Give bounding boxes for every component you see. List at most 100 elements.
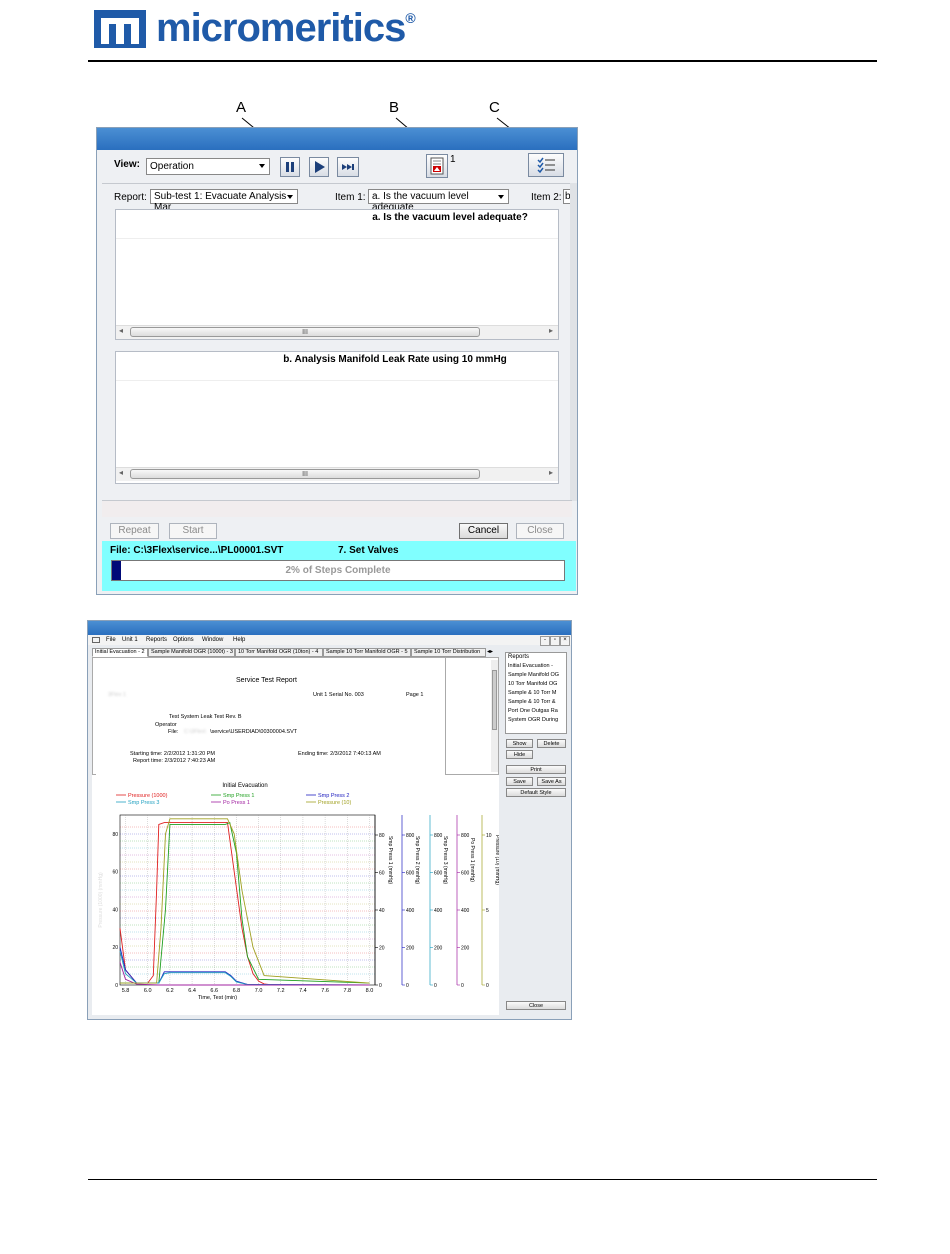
close-window-icon[interactable]: × [560,636,570,646]
minimize-icon[interactable]: - [540,636,550,646]
y-tick-label: 600 [461,871,470,877]
print-button[interactable]: Print [506,765,566,774]
report-vscroll-thumb[interactable] [492,670,497,730]
y-tick-label: 800 [406,833,415,839]
y-tick-label: 0 [486,983,489,989]
progress-bar: 2% of Steps Complete [111,560,565,581]
menu-reports[interactable]: Reports [146,637,167,643]
x-tick-label: 7.2 [277,988,285,994]
legend-entry: Smp Press 2 [318,793,349,799]
list-item[interactable]: Sample Manifold OG [506,671,566,680]
window-title-bar [97,128,577,150]
y-tick-label: 80 [112,832,118,838]
tab-10-torr-manifold-ogr[interactable]: 10 Torr Manifold OGR (10ton) - 4 [235,648,323,657]
tab-sample-manifold-ogr[interactable]: Sample Manifold OGR (1000t) - 3 [148,648,235,657]
show-button[interactable]: Show [506,739,533,748]
pane-b-title: b. Analysis Manifold Leak Rate using 10 … [283,354,507,365]
tab-sample-10-torr-manifold[interactable]: Sample 10 Torr Manifold OGR - 5 [323,648,411,657]
pane-b-scroll-thumb[interactable]: III [130,469,480,479]
operator-label: Operator [155,722,177,728]
blurred-instrument-name: 3Flex 1 [108,692,127,698]
checklist-button[interactable] [528,153,564,177]
y-tick-label: 200 [406,946,415,952]
close-reports-button[interactable]: Close [506,1001,566,1010]
y-axis-label-right: Smp Press 3 (mmHg) [442,836,448,884]
menu-options[interactable]: Options [173,637,194,643]
pause-button[interactable] [280,157,300,177]
report-label: Report: [114,192,147,203]
save-as-button[interactable]: Save As [537,777,566,786]
reports-list-header: Reports [508,654,530,660]
play-icon [315,161,325,173]
list-item[interactable]: Initial Evacuation - [506,662,566,671]
message-strip [102,501,572,517]
pane-a-scroll-thumb[interactable]: III [130,327,480,337]
pane-b-divider [116,380,558,381]
y-tick-label: 600 [434,871,443,877]
report-window-button[interactable] [426,154,448,178]
start-button[interactable]: Start [169,523,217,539]
scroll-left-icon[interactable]: ◂ [119,326,123,335]
default-style-button[interactable]: Default Style [506,788,566,797]
y-tick-label: 60 [379,871,385,877]
y-axis-label-right: Po Press 1 (mmHg) [469,838,475,882]
menu-help[interactable]: Help [233,637,245,643]
pane-a-title: a. Is the vacuum level adequate? [372,212,528,223]
pane-a-divider [116,238,558,239]
list-item[interactable]: Port One Outgas Ra [506,707,566,716]
view-label: View: [114,159,140,170]
y-tick-label: 0 [406,983,409,989]
list-item[interactable]: 10 Torr Manifold OG [506,680,566,689]
x-axis-label: Time, Test (min) [198,995,237,1001]
y-tick-label: 800 [434,833,443,839]
tab-scroll-icon[interactable]: ◂▸ [487,648,493,655]
close-button[interactable]: Close [516,523,564,539]
y-tick-label: 40 [379,908,385,914]
scroll-right-icon[interactable]: ▸ [549,468,553,477]
y-tick-label: 40 [112,907,118,913]
legend-entry: Smp Press 1 [223,793,254,799]
list-item[interactable]: Sample & 10 Torr M [506,689,566,698]
skip-forward-button[interactable] [337,157,359,177]
restore-icon[interactable]: ▫ [550,636,560,646]
x-tick-label: 7.8 [343,988,351,994]
legend-entry: Po Press 1 [223,800,250,806]
menu-file[interactable]: File [106,637,116,643]
y-tick-label: 5 [486,908,489,914]
tab-initial-evacuation[interactable]: Initial Evacuation - 2 [92,648,148,657]
current-step-label: 7. Set Valves [338,545,399,556]
chevron-down-icon [498,195,504,199]
list-item[interactable]: System OGR During [506,716,566,725]
scroll-right-icon[interactable]: ▸ [549,326,553,335]
chart-title: Initial Evacuation [222,783,267,789]
scroll-left-icon[interactable]: ◂ [119,468,123,477]
menu-unit1[interactable]: Unit 1 [122,637,138,643]
x-tick-label: 7.6 [321,988,329,994]
y-tick-label: 0 [461,983,464,989]
y-tick-label: 10 [486,833,492,839]
repeat-button[interactable]: Repeat [110,523,159,539]
series-line [120,818,370,984]
item1-select[interactable]: a. Is the vacuum level adequate [368,189,509,213]
save-button[interactable]: Save [506,777,533,786]
menu-window[interactable]: Window [202,637,223,643]
file-path-label: File: C:\3Flex\service...\PL00001.SVT [110,545,284,556]
play-button[interactable] [309,157,329,177]
report-select[interactable]: Sub-test 1: Evacuate Analysis Mar [150,189,298,213]
report-title: Service Test Report [236,677,297,684]
hide-button[interactable]: Hide [506,750,533,759]
cancel-button[interactable]: Cancel [459,523,508,539]
vertical-scrollbar[interactable] [570,183,577,501]
y-tick-label: 0 [434,983,437,989]
tab-sample-10-torr-distribution[interactable]: Sample 10 Torr Distribution [411,648,486,657]
legend-entry: Pressure (1000) [128,793,168,799]
view-select[interactable]: Operation [146,158,270,175]
list-item[interactable]: Sample & 10 Torr & [506,698,566,707]
chevron-down-icon [259,164,265,168]
toolbar-divider [102,183,572,184]
x-tick-label: 6.2 [166,988,174,994]
y-tick-label: 0 [115,983,118,989]
reports-list[interactable]: Reports Initial Evacuation - Sample Mani… [505,652,567,734]
delete-button[interactable]: Delete [537,739,566,748]
ending-time: Ending time: 2/3/2012 7:40:13 AM [298,751,381,757]
